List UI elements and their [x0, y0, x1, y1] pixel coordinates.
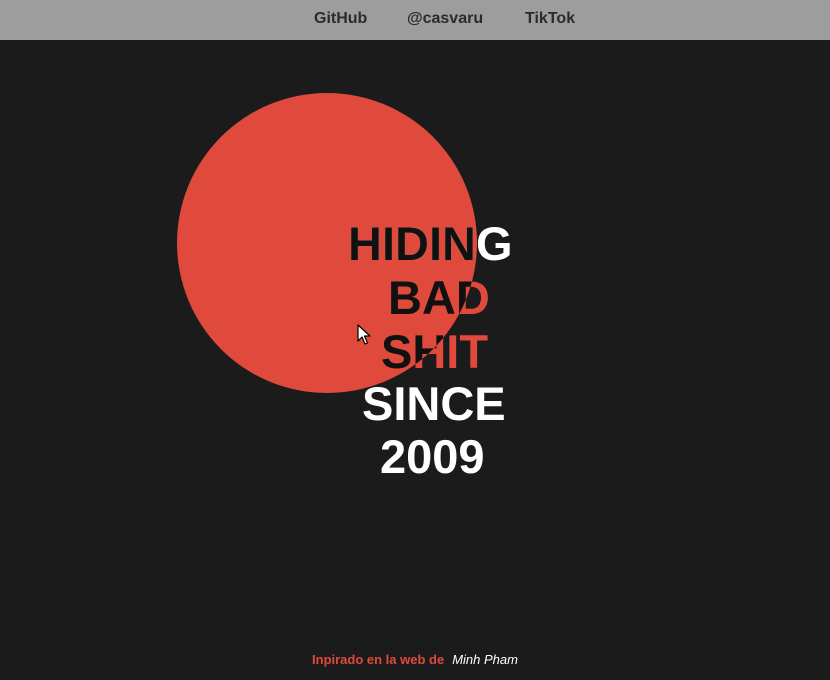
- footer: Inpirado en la web de Minh Pham: [0, 652, 830, 667]
- headline-line-4: SINCE: [362, 377, 506, 430]
- top-nav-bar: GitHub @casvaru TikTok: [0, 0, 830, 40]
- footer-author-link[interactable]: Minh Pham: [452, 652, 518, 667]
- hero-stage: HIDING BAD SHIT SINCE 2009 HIDING BAD SH…: [0, 40, 830, 640]
- headline-line-5: 2009: [380, 430, 485, 483]
- nav-link-tiktok[interactable]: TikTok: [525, 10, 575, 28]
- nav-link-casvaru[interactable]: @casvaru: [407, 10, 483, 28]
- mouse-pointer-icon: [357, 324, 371, 345]
- footer-credit-text: Inpirado en la web de: [312, 652, 445, 667]
- nav-link-github[interactable]: GitHub: [314, 10, 367, 28]
